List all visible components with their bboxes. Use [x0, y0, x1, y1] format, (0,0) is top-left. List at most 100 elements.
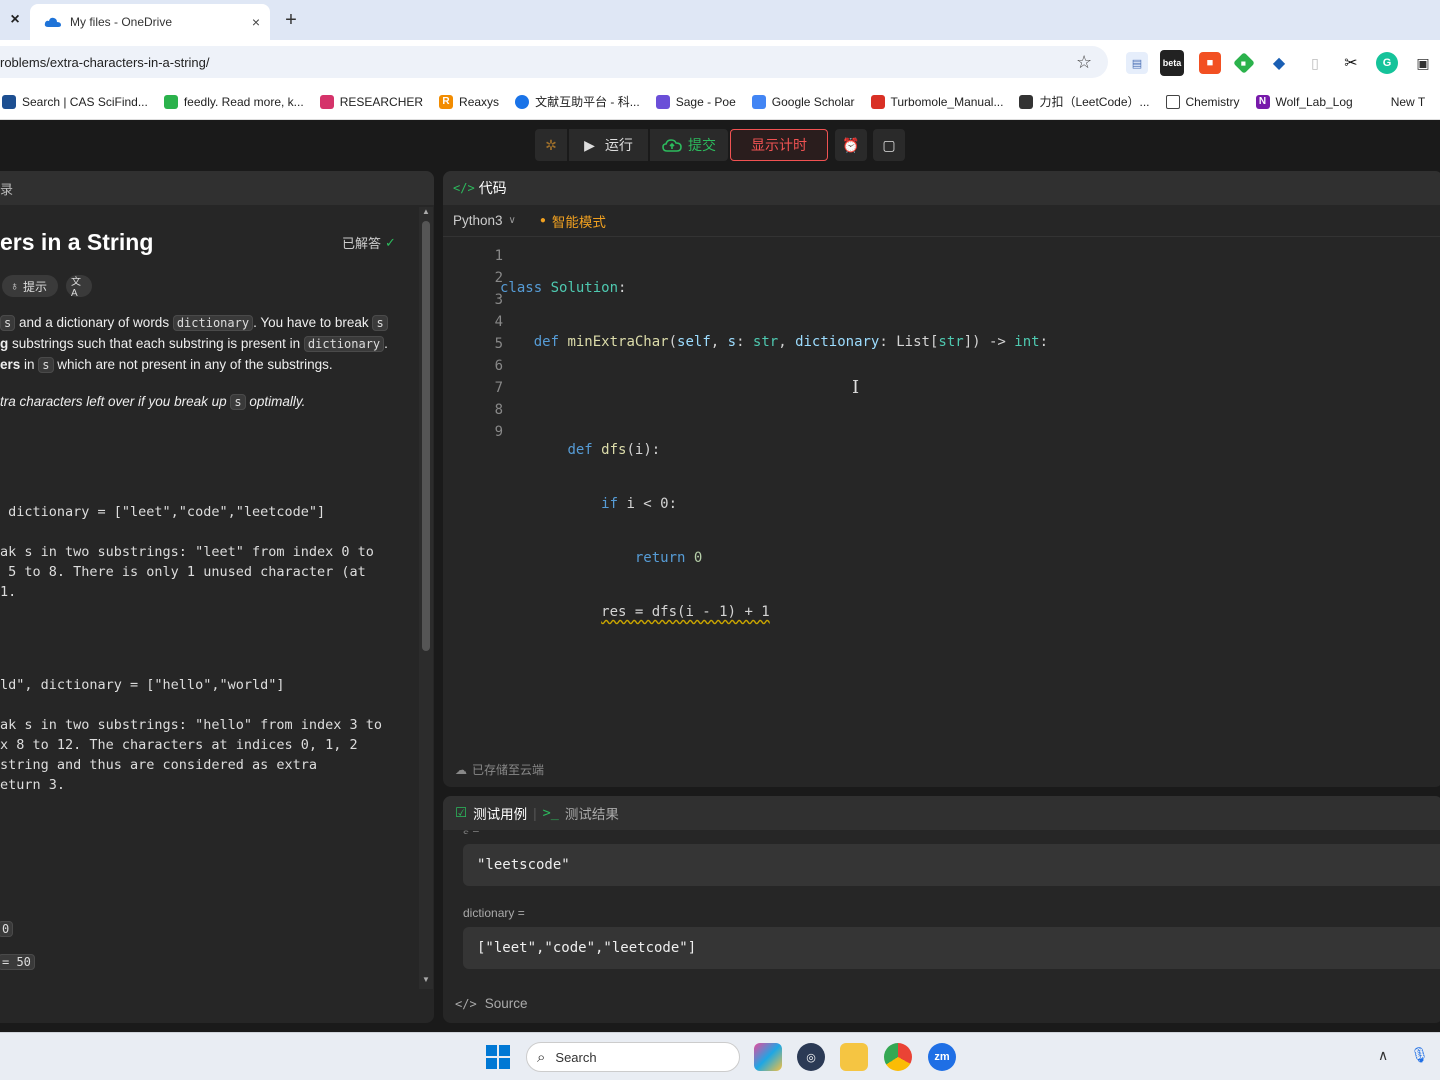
bookmarks-bar: Search | CAS SciFind... feedly. Read mor…	[0, 84, 1440, 120]
cloud-icon: ☁	[455, 762, 467, 777]
dot-icon: ●	[539, 215, 546, 226]
bookmark-turbomole[interactable]: Turbomole_Manual...	[863, 94, 1012, 109]
tab-test-results[interactable]: >_ 测试结果	[543, 803, 619, 823]
code-editor-panel: </> 代码 Python3 ∨ ● 智能模式 1 2 3 4 5 6 7 8 …	[443, 171, 1440, 787]
scholar-extension-icon[interactable]: ◆	[1268, 52, 1290, 74]
microphone-icon[interactable]: 🎙	[1410, 1046, 1429, 1064]
chatgpt-icon[interactable]: ◎	[797, 1043, 825, 1071]
leetcode-icon	[1019, 94, 1034, 109]
text-cursor-icon: I	[852, 377, 860, 398]
new-tab-button[interactable]: +	[280, 8, 302, 32]
mendeley-extension-icon[interactable]: ▯	[1304, 52, 1326, 74]
windows-start-icon[interactable]	[486, 1045, 510, 1069]
translate-icon[interactable]: 文A	[66, 275, 92, 299]
bookmark-folder-chemistry[interactable]: Chemistry	[1158, 94, 1248, 109]
copilot-icon[interactable]	[754, 1043, 782, 1071]
code-icon: </>	[453, 181, 475, 195]
bookmark-leetcode[interactable]: 力扣（LeetCode）...	[1011, 93, 1157, 110]
description-line-3: ers in s which are not present in any of…	[0, 357, 333, 373]
poe-icon	[655, 94, 670, 109]
tab-close-icon[interactable]: ×	[252, 14, 260, 30]
editor-options-row: Python3 ∨ ● 智能模式	[443, 205, 1440, 237]
code-line-5: if i < 0:	[601, 496, 678, 512]
url-text: roblems/extra-characters-in-a-string/	[0, 54, 210, 70]
bookmark-star-icon[interactable]: ☆	[1076, 52, 1092, 73]
scholar-icon	[751, 94, 766, 109]
smart-mode-toggle[interactable]: ● 智能模式	[540, 211, 606, 231]
bookmark-feedly[interactable]: feedly. Read more, k...	[156, 94, 312, 109]
file-explorer-icon[interactable]	[840, 1043, 868, 1071]
problem-description-panel: 录 ers in a String 已解答 ✓ ♁ 提示 文A s and a …	[0, 171, 434, 1023]
wenxian-icon	[515, 94, 530, 109]
debug-bug-icon[interactable]: ✲	[535, 129, 567, 161]
scroll-up-arrow-icon[interactable]: ▲	[422, 207, 430, 216]
example-line: eturn 3.	[0, 777, 66, 793]
language-select[interactable]: Python3 ∨	[453, 213, 516, 228]
test-cases-panel: ☑ 测试用例 | >_ 测试结果 s = "leetscode" diction…	[443, 796, 1440, 1023]
chevron-up-icon[interactable]: ∧	[1378, 1047, 1388, 1064]
check-circle-icon: ✓	[385, 234, 396, 250]
code-line-4: def dfs(i):	[567, 442, 661, 458]
reader-extension-icon[interactable]: ▣	[1412, 52, 1434, 74]
hint-chip[interactable]: ♁ 提示	[2, 275, 58, 297]
example-line: ak s in two substrings: "hello" from ind…	[0, 717, 383, 733]
beta-extension-icon[interactable]: beta	[1160, 50, 1184, 76]
leetcode-page: ✲ ▶ 运行 提交 显示计时 ⏰ ▢ 录 ers in a String 已解答…	[0, 121, 1440, 1032]
code-icon: </>	[455, 996, 477, 1011]
bookmark-wenxian[interactable]: 文献互助平台 - 科...	[507, 93, 648, 110]
problem-scrollbar[interactable]: ▲ ▼	[419, 207, 433, 989]
office-extension-icon[interactable]: ■	[1199, 52, 1221, 74]
document-extension-icon[interactable]: ▤	[1126, 52, 1148, 74]
bookmark-reaxys[interactable]: R Reaxys	[431, 94, 507, 109]
alarm-clock-icon[interactable]: ⏰	[835, 129, 867, 161]
scrollbar-thumb[interactable]	[422, 221, 430, 651]
onenote-icon: N	[1255, 94, 1270, 109]
tab-test-cases[interactable]: ☑ 测试用例	[455, 803, 527, 823]
close-tab-icon[interactable]: ×	[0, 0, 30, 40]
bookmark-google-scholar[interactable]: Google Scholar	[744, 94, 863, 109]
bookmark-new-tab[interactable]: New T	[1361, 95, 1433, 109]
description-line-1: s and a dictionary of words dictionary. …	[0, 315, 388, 331]
cas-icon	[2, 94, 16, 109]
chevron-down-icon: ∨	[508, 215, 516, 226]
scroll-down-arrow-icon[interactable]: ▼	[422, 975, 430, 984]
puzzle-extension-icon[interactable]: ✂	[1340, 52, 1362, 74]
taskbar-search-box[interactable]: ⌕ Search	[526, 1042, 740, 1072]
description-italic-line: tra characters left over if you break up…	[0, 394, 306, 410]
bookmark-researcher[interactable]: RESEARCHER	[312, 94, 431, 109]
url-input[interactable]: roblems/extra-characters-in-a-string/	[0, 46, 1108, 78]
submit-button[interactable]: 提交	[650, 129, 728, 161]
bookmark-poe[interactable]: Sage - Poe	[648, 94, 744, 109]
show-timer-button[interactable]: 显示计时	[730, 129, 828, 161]
example-line: dictionary = ["leet","code","leetcode"]	[0, 504, 326, 520]
source-link[interactable]: </> Source	[455, 996, 527, 1011]
constraint-line: = 50	[0, 954, 35, 970]
grammarly-extension-icon[interactable]: G	[1376, 52, 1398, 74]
chrome-icon[interactable]	[884, 1043, 912, 1071]
s-input-field[interactable]: "leetscode"	[463, 844, 1440, 886]
bookmark-cas-scifinder[interactable]: Search | CAS SciFind...	[0, 94, 156, 109]
bookmark-wolf-lab-log[interactable]: N Wolf_Lab_Log	[1248, 94, 1361, 109]
problem-title: ers in a String	[0, 229, 154, 255]
researcher-icon	[319, 94, 334, 109]
notes-icon[interactable]: ▢	[873, 129, 905, 161]
tab-title: My files - OneDrive	[70, 15, 173, 29]
problem-panel-header: 录	[0, 171, 434, 205]
example-line: 5 to 8. There is only 1 unused character…	[0, 564, 366, 580]
zoom-icon[interactable]: zm	[928, 1043, 956, 1071]
dictionary-input-field[interactable]: ["leet","code","leetcode"]	[463, 927, 1440, 969]
lightbulb-icon: ♁	[10, 279, 19, 293]
search-icon: ⌕	[537, 1048, 546, 1066]
code-panel-header: </> 代码	[443, 171, 1440, 205]
s-label: s =	[463, 826, 480, 834]
tab-divider: |	[533, 805, 537, 821]
browser-tab-onedrive[interactable]: My files - OneDrive ×	[30, 4, 270, 40]
code-text-area[interactable]: class Solution: def minExtraChar(self, s…	[500, 245, 1048, 763]
description-line-2: g substrings such that each substring is…	[0, 336, 388, 352]
example-line: x 8 to 12. The characters at indices 0, …	[0, 737, 358, 753]
run-button[interactable]: ▶ 运行	[569, 129, 648, 161]
saved-status: ☁ 已存储至云端	[455, 762, 545, 778]
submissions-tab[interactable]: 录	[0, 179, 13, 198]
